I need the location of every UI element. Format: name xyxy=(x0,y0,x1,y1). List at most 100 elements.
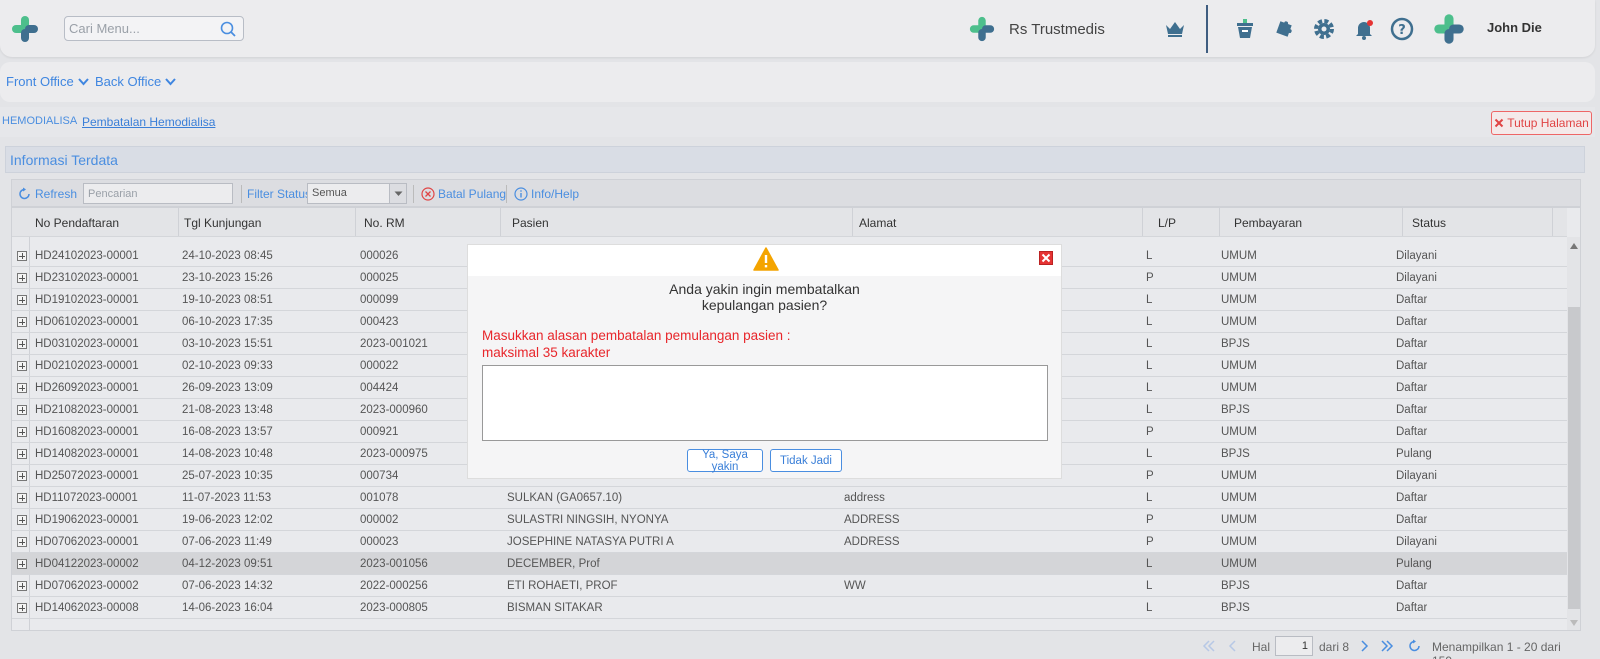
basket-icon[interactable] xyxy=(1231,15,1259,43)
expand-row-icon[interactable] xyxy=(17,317,27,327)
cell-tgl: 25-07-2023 10:35 xyxy=(182,470,273,482)
col-header-status[interactable]: Status xyxy=(1412,216,1446,230)
cell-lp: L xyxy=(1146,580,1153,592)
cancel-reason-textarea[interactable] xyxy=(482,365,1048,441)
confirm-yes-button[interactable]: Ya, Saya yakin xyxy=(687,449,763,473)
table-row[interactable]: HD11072023-00001 11-07-2023 11:53 001078 SU… xyxy=(12,487,1567,509)
expand-row-icon[interactable] xyxy=(17,493,27,503)
table-row[interactable]: HD14062023-00008 14-06-2023 16:04 2023-000… xyxy=(12,597,1567,619)
expand-row-icon[interactable] xyxy=(17,427,27,437)
scroll-thumb[interactable] xyxy=(1568,307,1580,609)
expand-row-icon[interactable] xyxy=(17,449,27,459)
table-row[interactable]: HD07062023-00002 07-06-2023 14:32 2022-000… xyxy=(12,575,1567,597)
nav-front-office[interactable]: Front Office xyxy=(6,74,89,89)
page-total-label: dari 8 xyxy=(1319,640,1350,654)
grid-vertical-scrollbar[interactable] xyxy=(1567,237,1580,630)
cell-bayar: BPJS xyxy=(1221,602,1250,614)
col-header-lp[interactable]: L/P xyxy=(1158,216,1176,230)
cell-rm: 2023-000805 xyxy=(360,602,428,614)
last-page-icon[interactable] xyxy=(1379,638,1395,654)
hospital-name: Rs Trustmedis xyxy=(1009,20,1105,38)
dialog-question: Anda yakin ingin membatalkan kepulangan … xyxy=(468,281,1061,313)
cancel-discharge-label: Batal Pulang xyxy=(438,187,507,201)
hospital-switcher[interactable]: Rs Trustmedis xyxy=(968,15,1105,43)
expand-row-icon[interactable] xyxy=(17,251,27,261)
crown-icon[interactable] xyxy=(1161,15,1189,43)
dialog-instruction-line1: Masukkan alasan pembatalan pemulangan pa… xyxy=(482,328,791,343)
chevron-down-icon xyxy=(77,77,89,85)
panel-title: Informasi Terdata xyxy=(10,152,118,168)
expand-row-icon[interactable] xyxy=(17,405,27,415)
pager-summary: Menampilkan 1 - 20 dari 159 xyxy=(1432,640,1561,659)
expand-row-icon[interactable] xyxy=(17,295,27,305)
close-page-button[interactable]: Tutup Halaman xyxy=(1491,111,1592,135)
expand-row-icon[interactable] xyxy=(17,581,27,591)
cell-tgl: 04-12-2023 09:51 xyxy=(182,558,273,570)
col-header-pembayaran[interactable]: Pembayaran xyxy=(1234,216,1302,230)
grid-search-input[interactable] xyxy=(83,183,233,204)
expand-row-icon[interactable] xyxy=(17,471,27,481)
refresh-button[interactable]: Refresh xyxy=(18,187,77,201)
dropdown-arrow-icon[interactable] xyxy=(389,184,406,203)
expand-row-icon[interactable] xyxy=(17,603,27,613)
toolbar-divider xyxy=(241,185,242,203)
cell-status: Daftar xyxy=(1396,426,1428,438)
main-nav: Front Office Back Office xyxy=(0,62,1595,102)
filter-status-select[interactable]: Semua xyxy=(307,183,407,204)
cell-alamat: ADDRESS xyxy=(844,514,900,526)
user-avatar-icon[interactable] xyxy=(1432,12,1466,46)
cell-no: HD19062023-00001 xyxy=(35,514,139,526)
breadcrumb-root[interactable]: HEMODIALISA xyxy=(2,115,77,127)
cell-tgl: 07-06-2023 11:49 xyxy=(182,536,272,548)
next-page-icon[interactable] xyxy=(1356,638,1372,654)
expand-row-icon[interactable] xyxy=(17,515,27,525)
expand-row-icon[interactable] xyxy=(17,339,27,349)
cell-no: HD21082023-00001 xyxy=(35,404,139,416)
col-header-alamat[interactable]: Alamat xyxy=(859,216,896,230)
col-header-no-pendaftaran[interactable]: No Pendaftaran xyxy=(35,216,119,230)
bell-icon[interactable] xyxy=(1350,15,1378,43)
table-row[interactable]: HD04122023-00002 04-12-2023 09:51 2023-001… xyxy=(12,553,1567,575)
cell-status: Pulang xyxy=(1396,558,1432,570)
gear-icon[interactable] xyxy=(1310,15,1338,43)
cell-tgl: 14-08-2023 10:48 xyxy=(182,448,273,460)
col-header-pasien[interactable]: Pasien xyxy=(512,216,549,230)
cancel-no-button[interactable]: Tidak Jadi xyxy=(770,449,842,472)
breadcrumb: HEMODIALISA Pembatalan Hemodialisa Tutup… xyxy=(0,107,1595,137)
dialog-close-button[interactable] xyxy=(1039,251,1053,265)
cell-lp: P xyxy=(1146,272,1154,284)
first-page-icon[interactable] xyxy=(1201,638,1217,654)
cell-rm: 000734 xyxy=(360,470,399,482)
cell-bayar: BPJS xyxy=(1221,338,1250,350)
col-header-no-rm[interactable]: No. RM xyxy=(364,216,405,230)
table-row[interactable]: HD19062023-00001 19-06-2023 12:02 000002 SU… xyxy=(12,509,1567,531)
expand-row-icon[interactable] xyxy=(17,383,27,393)
user-name[interactable]: John Die xyxy=(1487,20,1542,35)
col-header-tgl-kunjungan[interactable]: Tgl Kunjungan xyxy=(184,216,261,230)
cancel-discharge-button[interactable]: Batal Pulang xyxy=(421,187,506,201)
page-number-input[interactable] xyxy=(1275,636,1313,656)
nav-back-office-label: Back Office xyxy=(95,74,162,89)
panel-header: Informasi Terdata xyxy=(5,146,1585,173)
cell-status: Dilayani xyxy=(1396,470,1437,482)
cell-rm: 004424 xyxy=(360,382,399,394)
scroll-down-arrow[interactable] xyxy=(1570,620,1578,626)
search-icon[interactable] xyxy=(219,20,237,38)
prev-page-icon[interactable] xyxy=(1225,638,1241,654)
menu-search-input[interactable] xyxy=(65,17,215,40)
breadcrumb-current[interactable]: Pembatalan Hemodialisa xyxy=(82,115,215,129)
pager-refresh-icon[interactable] xyxy=(1407,638,1423,654)
puzzle-icon[interactable] xyxy=(1270,15,1298,43)
table-row[interactable]: HD07062023-00001 07-06-2023 11:49 000023 JO… xyxy=(12,531,1567,553)
expand-row-icon[interactable] xyxy=(17,537,27,547)
app-logo-icon[interactable] xyxy=(10,14,40,44)
scroll-up-arrow[interactable] xyxy=(1570,243,1578,249)
expand-row-icon[interactable] xyxy=(17,273,27,283)
nav-back-office[interactable]: Back Office xyxy=(95,74,176,89)
expand-row-icon[interactable] xyxy=(17,361,27,371)
help-icon[interactable]: ? xyxy=(1388,15,1416,43)
cell-lp: L xyxy=(1146,602,1153,614)
expand-row-icon[interactable] xyxy=(17,559,27,569)
cell-bayar: UMUM xyxy=(1221,426,1257,438)
info-help-button[interactable]: Info/Help xyxy=(514,187,579,201)
